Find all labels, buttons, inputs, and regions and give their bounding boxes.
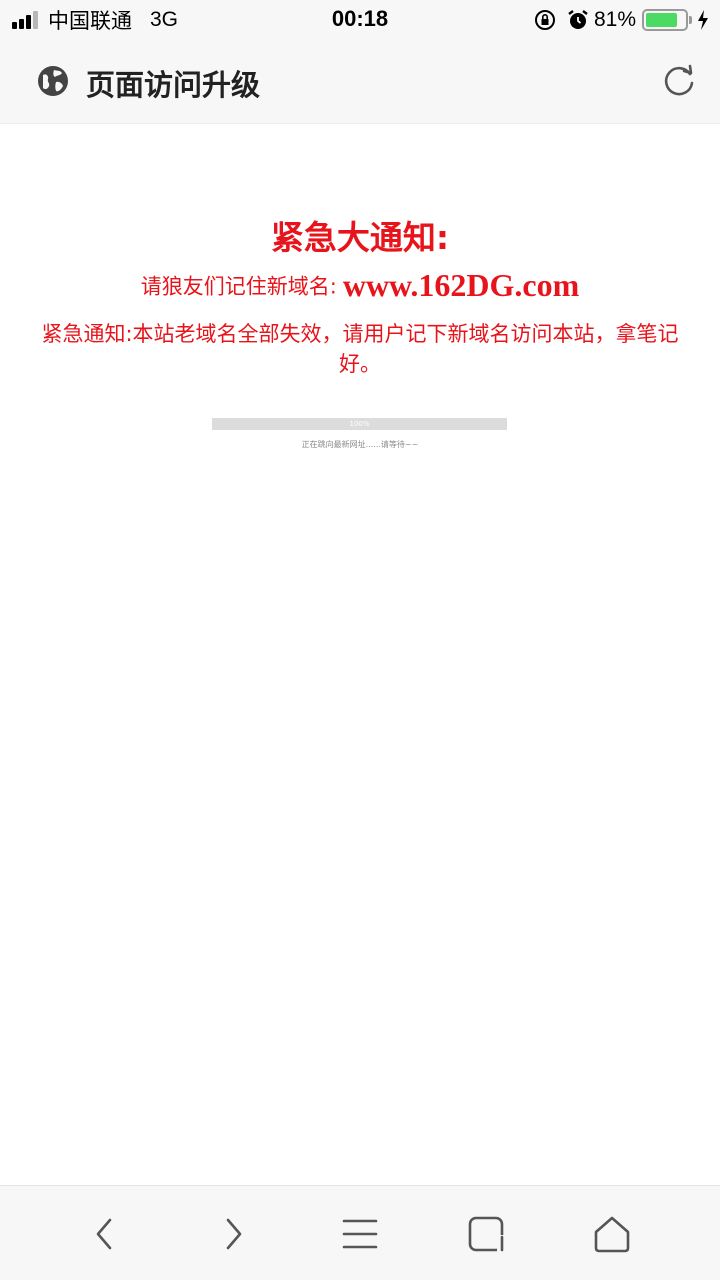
rotation-lock-icon <box>534 10 555 30</box>
domain-line: 请狼友们记住新域名: www.162DG.com <box>0 267 720 304</box>
forward-icon[interactable] <box>208 1210 256 1258</box>
domain-prefix: 请狼友们记住新域名: <box>140 274 337 299</box>
battery-percent: 81% <box>593 8 636 31</box>
status-bar-right: 81% <box>534 6 710 34</box>
notice-text: 紧急通知:本站老域名全部失效，请用户记下新域名访问本站，拿笔记好。 <box>41 322 679 376</box>
headline: 紧急大通知: <box>270 218 450 257</box>
tabs-icon[interactable] <box>463 1210 511 1258</box>
battery-icon <box>642 9 692 31</box>
page-title: 页面访问升级 <box>86 68 261 102</box>
globe-icon <box>38 66 68 96</box>
alarm-icon <box>568 10 588 29</box>
battery-level <box>646 13 677 27</box>
refresh-icon[interactable] <box>660 62 698 100</box>
title-bar: 页面访问升级 <box>0 40 720 124</box>
status-bar: 中国联通 3G 00:18 81% <box>0 0 720 40</box>
home-icon[interactable] <box>588 1210 636 1258</box>
domain-url[interactable]: www.162DG.com <box>343 267 579 303</box>
bottom-nav <box>0 1185 720 1280</box>
progress-label: 100% <box>349 420 370 428</box>
redirect-text: 正在跳向最新网址......请等待~~ <box>301 440 419 449</box>
back-icon[interactable] <box>82 1210 130 1258</box>
charging-icon <box>698 10 708 30</box>
page-content: 紧急大通知: 请狼友们记住新域名: www.162DG.com 紧急通知:本站老域… <box>0 125 720 1185</box>
progress-bar: 100% <box>212 418 507 430</box>
menu-icon[interactable] <box>336 1210 384 1258</box>
